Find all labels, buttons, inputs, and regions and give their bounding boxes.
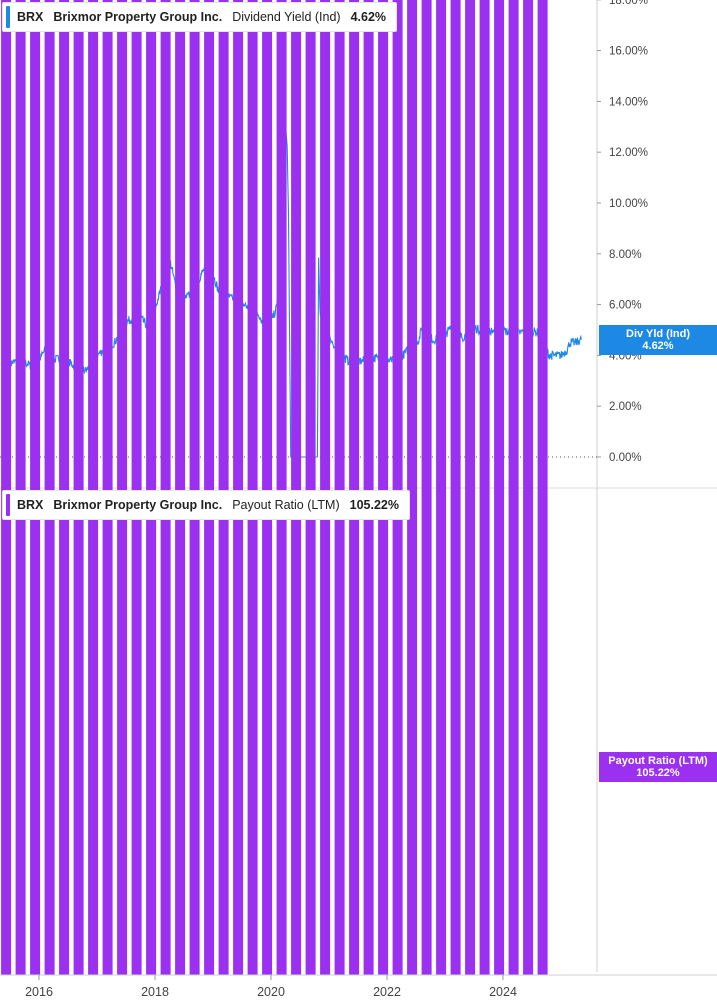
payout-ratio-bar <box>392 0 403 975</box>
dividend-yield-badge-title: Div Yld (Ind) <box>626 328 690 340</box>
x-tick-label: 2022 <box>373 985 401 999</box>
dividend-yield-badge-value: 4.62% <box>642 340 674 352</box>
payout-ratio-current-badge: Payout Ratio (LTM) 105.22% <box>599 752 717 782</box>
payout-ratio-bar <box>479 0 490 975</box>
payout-ratio-bar <box>175 0 186 975</box>
payout-ratio-bar <box>146 0 157 975</box>
payout-ratio-bar <box>189 0 200 975</box>
dividend-yield-ticker: BRX <box>17 10 44 24</box>
payout-ratio-bar <box>247 0 258 975</box>
payout-ratio-bar <box>233 0 244 975</box>
dividend-yield-value: 4.62% <box>350 10 387 24</box>
x-tick-label: 2024 <box>489 985 517 999</box>
dividend-yield-y-tick-label: 6.00% <box>609 300 642 312</box>
dividend-yield-metric: Dividend Yield (Ind) <box>232 10 341 24</box>
x-tick-label: 2020 <box>257 985 285 999</box>
dividend-yield-y-tick-label: 16.00% <box>609 46 648 58</box>
payout-ratio-bar <box>102 0 113 975</box>
payout-ratio-bar <box>320 0 331 975</box>
payout-ratio-metric: Payout Ratio (LTM) <box>232 498 340 512</box>
payout-ratio-bar <box>421 0 432 975</box>
payout-ratio-bar <box>450 0 461 975</box>
payout-ratio-bar <box>44 0 55 975</box>
payout-ratio-badge-title: Payout Ratio (LTM) <box>608 755 708 767</box>
dividend-yield-y-tick-label: 2.00% <box>609 401 642 413</box>
dividend-yield-legend-swatch <box>6 6 10 28</box>
dividend-yield-y-tick-label: 12.00% <box>609 147 648 159</box>
payout-ratio-bar <box>1 0 12 975</box>
dividend-yield-company: Brixmor Property Group Inc. <box>53 10 223 24</box>
payout-ratio-bar <box>305 0 316 975</box>
x-tick-label: 2016 <box>25 985 53 999</box>
payout-ratio-bar <box>15 0 26 975</box>
payout-ratio-bar <box>59 0 70 975</box>
payout-ratio-bar <box>363 0 374 975</box>
dividend-yield-y-tick-label: 10.00% <box>609 198 648 210</box>
payout-ratio-bar <box>508 0 519 975</box>
payout-ratio-bar <box>494 0 505 975</box>
payout-ratio-ticker: BRX <box>17 498 44 512</box>
payout-ratio-legend-swatch <box>6 494 10 516</box>
payout-ratio-bar <box>262 0 273 975</box>
payout-ratio-bar <box>204 0 215 976</box>
payout-ratio-bar <box>73 0 84 975</box>
payout-ratio-bar <box>131 0 142 975</box>
dividend-yield-y-tick-label-zero: 0.00% <box>609 452 642 464</box>
dividend-yield-legend: BRX Brixmor Property Group Inc. Dividend… <box>2 2 398 32</box>
payout-ratio-bar <box>160 0 171 975</box>
payout-ratio-bar <box>537 0 548 975</box>
payout-ratio-bar <box>30 0 41 975</box>
payout-ratio-bar <box>276 0 287 975</box>
payout-ratio-company: Brixmor Property Group Inc. <box>53 498 223 512</box>
payout-ratio-bar <box>334 0 345 975</box>
payout-ratio-bar <box>88 0 99 976</box>
dividend-yield-y-tick-label: 14.00% <box>609 96 648 108</box>
payout-ratio-badge-value: 105.22% <box>636 767 680 779</box>
payout-ratio-legend: BRX Brixmor Property Group Inc. Payout R… <box>2 490 410 520</box>
payout-ratio-bar <box>407 0 418 975</box>
payout-ratio-bar <box>117 0 128 975</box>
dividend-yield-current-badge: Div Yld (Ind) 4.62% <box>599 325 717 355</box>
payout-ratio-bar <box>523 0 534 975</box>
dividend-yield-y-tick-label: 18.00% <box>609 0 648 7</box>
x-tick-label: 2018 <box>141 985 169 999</box>
payout-ratio-bar <box>378 0 389 976</box>
payout-ratio-bar <box>291 0 302 975</box>
payout-ratio-bar <box>436 0 447 975</box>
payout-ratio-bar <box>218 0 229 975</box>
payout-ratio-bar <box>349 0 360 975</box>
payout-ratio-value: 105.22% <box>349 498 399 512</box>
dividend-yield-y-tick-label: 8.00% <box>609 249 642 261</box>
payout-ratio-bar <box>465 0 476 975</box>
